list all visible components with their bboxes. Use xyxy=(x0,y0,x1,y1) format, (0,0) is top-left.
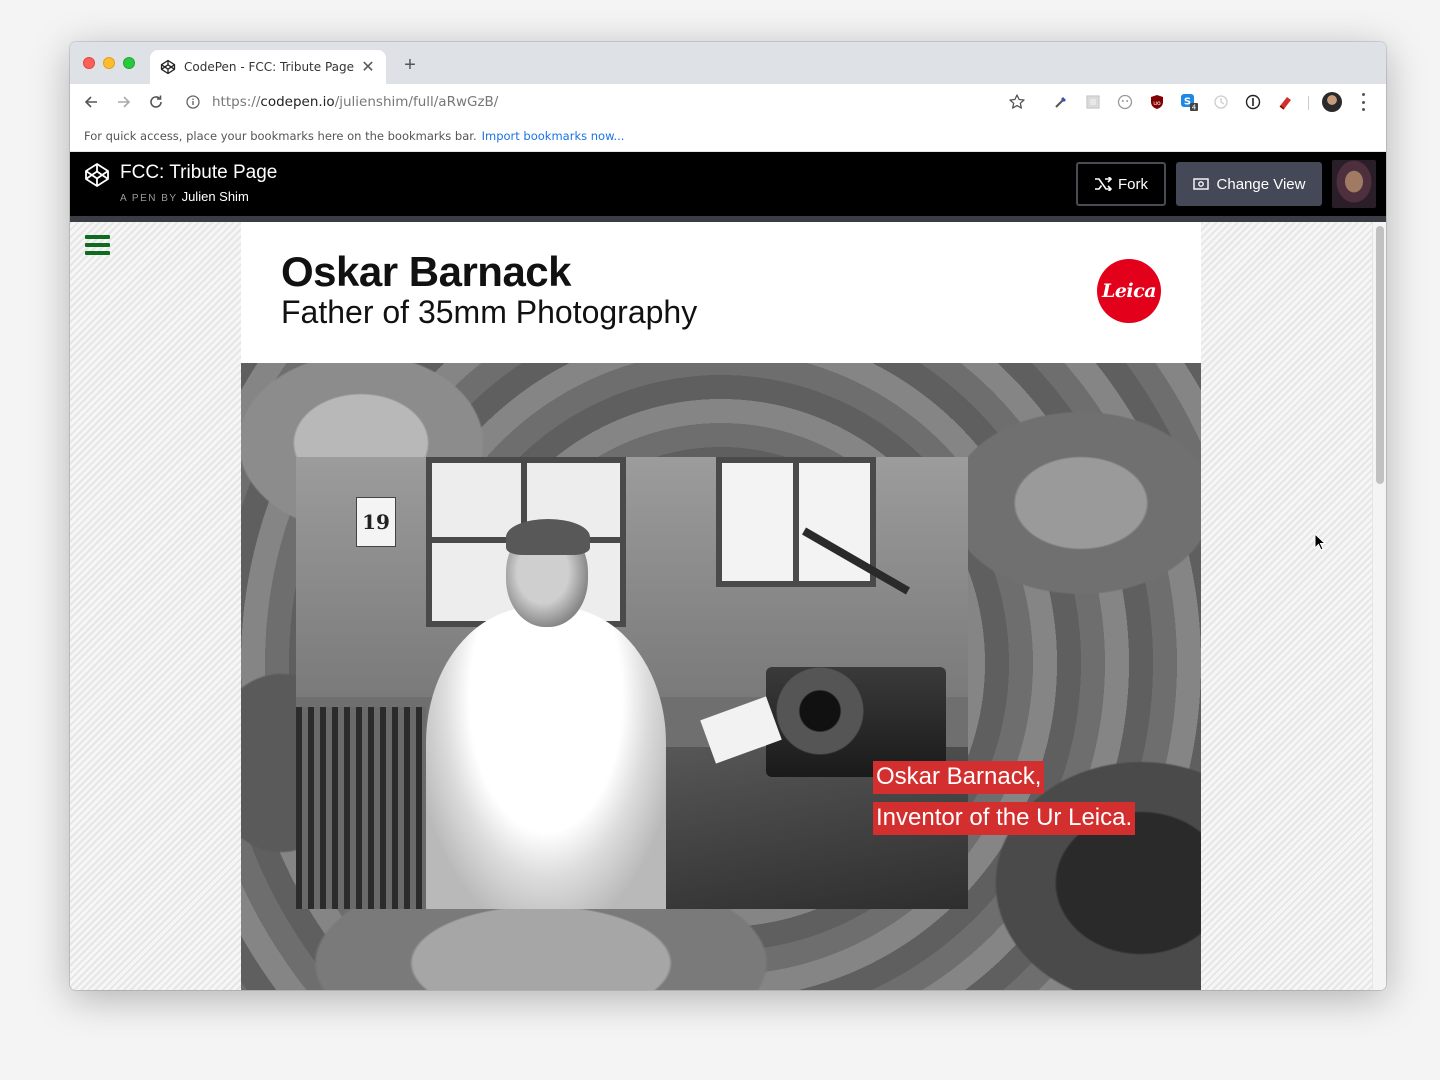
scrollbar-thumb[interactable] xyxy=(1376,226,1384,484)
toolbar-separator xyxy=(1308,96,1309,110)
browser-menu-icon[interactable] xyxy=(1356,93,1370,111)
onepassword-icon[interactable] xyxy=(1244,93,1262,111)
mouse-cursor-icon xyxy=(1314,533,1326,551)
codepen-logo-icon[interactable] xyxy=(84,162,110,188)
author-name-link[interactable]: Julien Shim xyxy=(182,189,249,204)
change-view-icon xyxy=(1192,178,1209,190)
back-button[interactable] xyxy=(81,92,101,112)
change-view-button[interactable]: Change View xyxy=(1176,162,1322,206)
minimize-window-button[interactable] xyxy=(103,57,115,69)
bookmarks-hint-text: For quick access, place your bookmarks h… xyxy=(84,128,477,143)
pen-preview: Oskar Barnack Father of 35mm Photography… xyxy=(70,222,1386,990)
profile-avatar[interactable] xyxy=(1322,92,1342,112)
ublock-shield-icon[interactable]: uo xyxy=(1148,93,1166,111)
forward-button[interactable] xyxy=(114,92,134,112)
reading-extension-icon[interactable] xyxy=(1212,93,1230,111)
pen-title[interactable]: FCC: Tribute Page xyxy=(120,162,277,184)
browser-toolbar: https://codepen.io/julienshim/full/aRwGz… xyxy=(70,84,1386,120)
user-avatar[interactable] xyxy=(1332,160,1376,208)
page-scrollbar[interactable] xyxy=(1372,222,1386,990)
import-bookmarks-link[interactable]: Import bookmarks now... xyxy=(482,129,625,143)
forward-arrow-icon xyxy=(118,96,131,108)
caption-line-1: Oskar Barnack, xyxy=(873,761,1045,794)
address-bar[interactable]: https://codepen.io/julienshim/full/aRwGz… xyxy=(186,90,1016,114)
tribute-page: Oskar Barnack Father of 35mm Photography… xyxy=(241,222,1201,990)
hamburger-menu-icon[interactable] xyxy=(85,235,110,255)
reload-button[interactable] xyxy=(146,92,166,112)
page-title: Oskar Barnack xyxy=(281,248,572,295)
reload-icon xyxy=(150,95,162,108)
skype-extension-icon[interactable]: S4 xyxy=(1180,93,1198,111)
back-arrow-icon xyxy=(84,96,97,108)
lastpass-extension-icon[interactable] xyxy=(1276,93,1294,111)
svg-text:uo: uo xyxy=(1153,100,1161,107)
change-view-label: Change View xyxy=(1216,175,1306,193)
site-info-icon[interactable] xyxy=(186,95,200,109)
page-header: Oskar Barnack Father of 35mm Photography… xyxy=(241,222,1201,363)
maximize-window-button[interactable] xyxy=(123,57,135,69)
fork-icon xyxy=(1095,177,1112,191)
face-extension-icon[interactable] xyxy=(1116,93,1134,111)
browser-window: CodePen - FCC: Tribute Page ✕ + https://… xyxy=(70,42,1386,990)
barnack-photo: 19 xyxy=(296,457,968,909)
author-prefix: A PEN BY xyxy=(120,193,178,204)
screenshot-extension-icon[interactable] xyxy=(1084,93,1102,111)
page-subtitle: Father of 35mm Photography xyxy=(281,294,698,330)
codepen-header: FCC: Tribute Page A PEN BY Julien Shim Fo… xyxy=(70,152,1386,222)
fork-label: Fork xyxy=(1118,175,1148,193)
svg-text:4: 4 xyxy=(1192,104,1197,112)
caption-line-2: Inventor of the Ur Leica. xyxy=(873,801,1136,835)
hero-section: 19 Oskar Barnack, Inventor of the Ur Lei… xyxy=(241,363,1201,990)
eyedropper-extension-icon[interactable] xyxy=(1052,93,1070,111)
codepen-favicon-icon xyxy=(160,59,176,75)
fork-button[interactable]: Fork xyxy=(1076,162,1166,206)
pen-author: A PEN BY Julien Shim xyxy=(120,189,249,204)
close-window-button[interactable] xyxy=(83,57,95,69)
new-tab-button[interactable]: + xyxy=(400,54,420,77)
tab-title: CodePen - FCC: Tribute Page xyxy=(184,60,355,74)
tab-strip: CodePen - FCC: Tribute Page ✕ + xyxy=(70,42,1386,84)
calendar-number: 19 xyxy=(356,497,396,547)
browser-tab[interactable]: CodePen - FCC: Tribute Page ✕ xyxy=(150,50,386,84)
url-text: https://codepen.io/julienshim/full/aRwGz… xyxy=(212,94,499,110)
bookmarks-bar: For quick access, place your bookmarks h… xyxy=(70,120,1386,152)
leica-logo: Leica xyxy=(1097,259,1161,323)
tab-close-icon[interactable]: ✕ xyxy=(360,57,376,77)
bookmark-star-icon[interactable] xyxy=(1008,93,1026,116)
photo-caption: Oskar Barnack, Inventor of the Ur Leica. xyxy=(873,761,1136,835)
